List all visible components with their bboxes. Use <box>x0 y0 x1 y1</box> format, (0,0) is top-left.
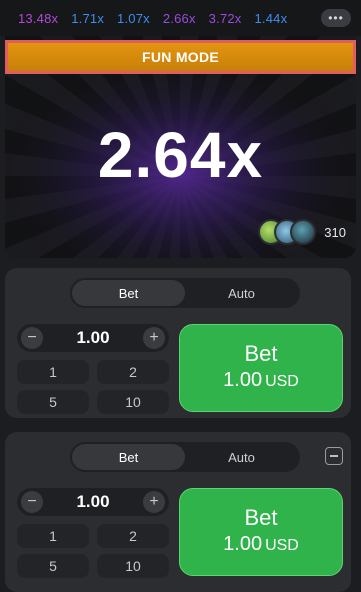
history-multiplier[interactable]: 3.72x <box>209 11 242 26</box>
place-bet-button[interactable]: Bet 1.00 USD <box>179 488 343 576</box>
multiplier-history-bar: 13.48x 1.71x 1.07x 2.66x 3.72x 1.44x ••• <box>0 0 361 36</box>
quick-amount-button[interactable]: 2 <box>97 524 169 548</box>
increase-amount-button[interactable]: + <box>143 327 165 349</box>
bet-button-label: Bet <box>244 341 278 366</box>
bet-button-label: Bet <box>244 505 278 530</box>
minus-icon <box>330 455 338 457</box>
bet-mode-tabs: Bet Auto <box>70 442 300 472</box>
tab-bet[interactable]: Bet <box>72 444 185 470</box>
history-multiplier[interactable]: 1.07x <box>117 11 150 26</box>
bet-button-value: 1.00 <box>223 533 263 555</box>
player-count: 310 <box>324 224 346 240</box>
bet-panel: Bet Auto − 1.00 + 1 2 5 10 Bet 1.00 USD <box>5 268 351 418</box>
multiplier-history-list: 13.48x 1.71x 1.07x 2.66x 3.72x 1.44x <box>0 11 300 26</box>
history-multiplier[interactable]: 2.66x <box>163 11 196 26</box>
quick-amount-button[interactable]: 10 <box>97 554 169 578</box>
bet-button-currency: USD <box>265 373 299 390</box>
player-avatar <box>290 219 317 245</box>
bet-button-amount: 1.00 USD <box>223 367 299 395</box>
tab-auto[interactable]: Auto <box>185 444 298 470</box>
quick-amount-button[interactable]: 5 <box>17 554 89 578</box>
bet-button-value: 1.00 <box>223 369 263 391</box>
bet-amount-stepper: − 1.00 + <box>17 488 169 516</box>
quick-amount-button[interactable]: 5 <box>17 390 89 414</box>
place-bet-button[interactable]: Bet 1.00 USD <box>179 324 343 412</box>
tab-auto[interactable]: Auto <box>185 280 298 306</box>
history-multiplier[interactable]: 1.44x <box>254 11 287 26</box>
quick-amount-button[interactable]: 1 <box>17 360 89 384</box>
bet-button-amount: 1.00 USD <box>223 531 299 559</box>
quick-amount-button[interactable]: 1 <box>17 524 89 548</box>
game-area: FUN MODE 2.64x 310 <box>5 36 356 258</box>
bet-button-currency: USD <box>265 537 299 554</box>
current-multiplier: 2.64x <box>97 119 264 191</box>
history-multiplier[interactable]: 1.71x <box>71 11 104 26</box>
bet-mode-tabs: Bet Auto <box>70 278 300 308</box>
increase-amount-button[interactable]: + <box>143 491 165 513</box>
players-online[interactable]: 310 <box>258 219 346 245</box>
history-more-button[interactable]: ••• <box>321 9 351 27</box>
bet-amount-stepper: − 1.00 + <box>17 324 169 352</box>
fun-mode-label: FUN MODE <box>141 49 220 65</box>
more-dots-icon: ••• <box>328 11 344 25</box>
quick-amount-button[interactable]: 10 <box>97 390 169 414</box>
tab-bet[interactable]: Bet <box>72 280 185 306</box>
quick-amount-button[interactable]: 2 <box>97 360 169 384</box>
history-multiplier[interactable]: 13.48x <box>18 11 58 26</box>
remove-panel-button[interactable] <box>325 447 343 465</box>
bet-panel: Bet Auto − 1.00 + 1 2 5 10 Bet 1.00 USD <box>5 432 351 592</box>
fun-mode-banner: FUN MODE <box>5 40 356 74</box>
